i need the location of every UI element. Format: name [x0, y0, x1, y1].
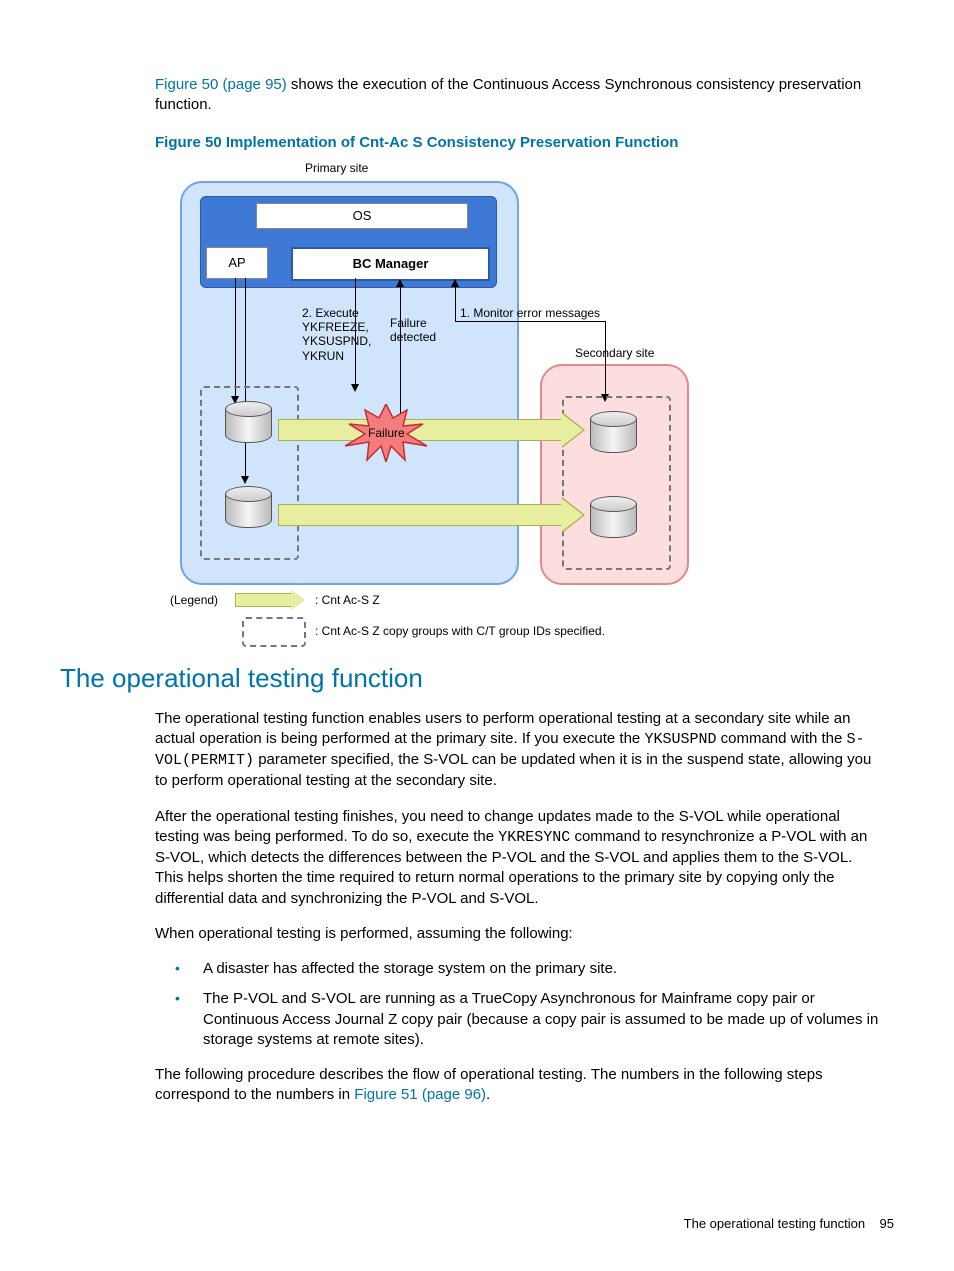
- os-container: OS AP BC Manager: [200, 196, 497, 288]
- arrowhead-icon: [451, 279, 459, 287]
- ap-box: AP: [206, 247, 268, 279]
- legend-arrow-icon: [235, 593, 292, 607]
- os-label: OS: [256, 203, 468, 229]
- page-footer: The operational testing function 95: [684, 1216, 894, 1231]
- failure-starburst-icon: Failure: [345, 404, 423, 459]
- assumption-list: A disaster has affected the storage syst…: [175, 959, 894, 1050]
- step2-label: 2. Execute YKFREEZE, YKSUSPND, YKRUN: [302, 306, 371, 364]
- failure-detected-label: Failure detected: [390, 316, 436, 345]
- legend-arrow-text: : Cnt Ac-S Z: [315, 593, 380, 607]
- secondary-site-label: Secondary site: [575, 346, 654, 360]
- cylinder-icon: [225, 401, 270, 443]
- arrow-exec-down: [355, 278, 356, 386]
- para4-b: .: [486, 1086, 490, 1103]
- figure-50-link[interactable]: Figure 50 (page 95): [155, 76, 287, 93]
- legend-dashed-icon: [242, 617, 306, 647]
- para4: The following procedure describes the fl…: [155, 1065, 884, 1106]
- code-yksuspnd: YKSUSPND: [644, 731, 716, 748]
- para3: When operational testing is performed, a…: [155, 924, 884, 944]
- cylinder-icon: [590, 411, 635, 453]
- legend-label: (Legend): [170, 593, 218, 607]
- arrowhead-icon: [351, 384, 359, 392]
- para1-b: command with the: [716, 730, 846, 747]
- primary-site-label: Primary site: [305, 161, 368, 175]
- section-heading: The operational testing function: [60, 663, 894, 694]
- arrow-failure-up: [400, 286, 401, 414]
- arrow-monitor-v2: [605, 321, 606, 396]
- list-item: A disaster has affected the storage syst…: [175, 959, 894, 979]
- para1: The operational testing function enables…: [155, 709, 884, 792]
- arrow-monitor-h: [455, 321, 605, 322]
- arrow-ap-down: [235, 278, 236, 398]
- arrowhead-icon: [396, 279, 404, 287]
- cylinder-icon: [590, 496, 635, 538]
- list-item: The P-VOL and S-VOL are running as a Tru…: [175, 989, 894, 1050]
- para1-c: parameter specified, the S-VOL can be up…: [155, 751, 871, 789]
- cylinder-icon: [225, 486, 270, 528]
- arrow-monitor-v: [455, 286, 456, 321]
- cnt-ac-arrow-bottom: [278, 504, 562, 526]
- footer-text: The operational testing function: [684, 1216, 865, 1231]
- intro-paragraph: Figure 50 (page 95) shows the execution …: [155, 75, 884, 116]
- legend-dashed-text: : Cnt Ac-S Z copy groups with C/T group …: [315, 624, 605, 638]
- step1-label: 1. Monitor error messages: [460, 306, 600, 320]
- para2: After the operational testing finishes, …: [155, 807, 884, 909]
- figure-50: Primary site Secondary site OS AP BC Man…: [170, 161, 894, 641]
- failure-label: Failure: [368, 426, 405, 440]
- page-number: 95: [880, 1216, 894, 1231]
- code-ykresync: YKRESYNC: [498, 829, 570, 846]
- bc-manager-box: BC Manager: [291, 247, 490, 281]
- figure-50-caption: Figure 50 Implementation of Cnt-Ac S Con…: [155, 134, 894, 151]
- figure-51-link[interactable]: Figure 51 (page 96): [354, 1086, 486, 1103]
